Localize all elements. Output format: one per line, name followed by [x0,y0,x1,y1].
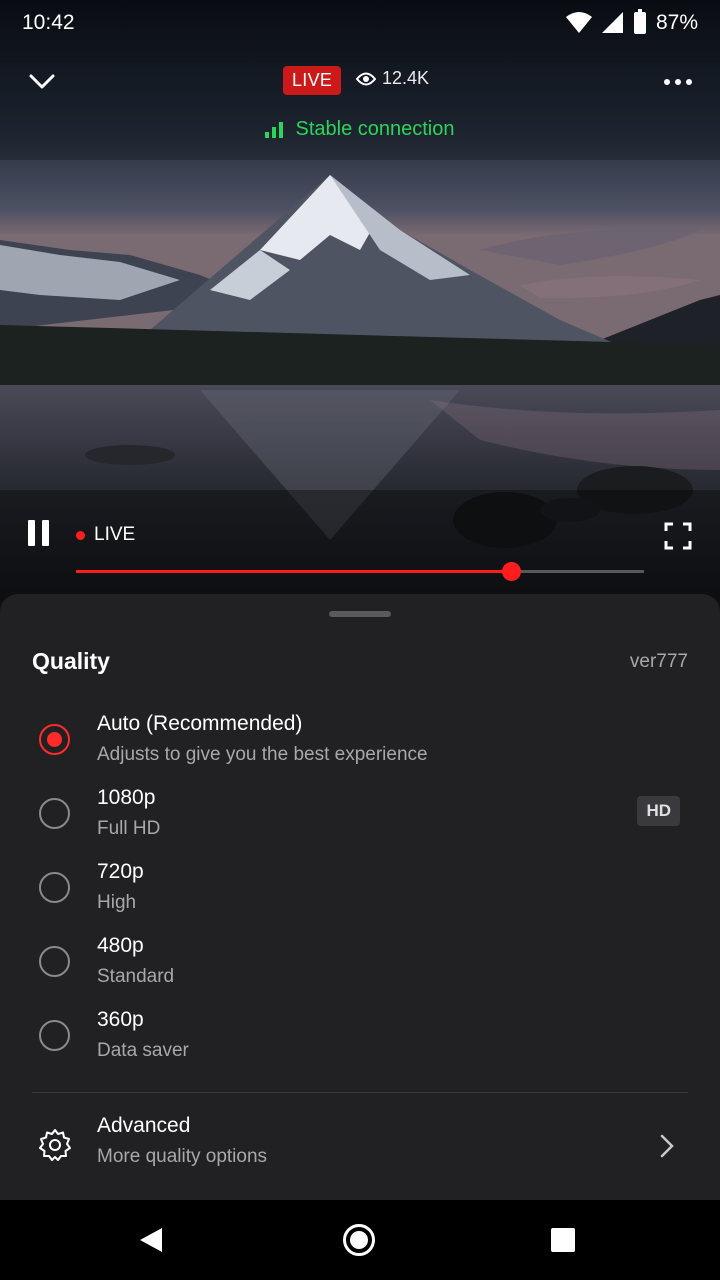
progress-bar[interactable] [76,562,644,581]
live-indicator-label: LIVE [94,524,136,545]
option-label: Auto (Recommended) [97,712,303,735]
signal-bars-icon [265,121,284,138]
battery-icon [633,9,646,34]
option-sublabel: Data saver [97,1040,189,1061]
battery-percent: 87% [655,11,698,34]
wifi-icon [565,12,592,33]
advanced-settings-item[interactable]: Advanced More quality options [0,1114,720,1184]
quality-bottom-sheet: Quality ver777 Auto (Recommended) Adjust… [0,594,720,1200]
back-triangle-icon[interactable] [138,1226,164,1254]
sheet-drag-handle[interactable] [329,611,391,617]
home-circle-icon[interactable] [343,1224,375,1256]
option-sublabel: Adjusts to give you the best experience [97,744,428,765]
quality-option-720p[interactable]: 720p High [0,860,720,932]
video-player[interactable]: 10:42 87% LIVE 12.4K Stable connection L… [0,0,720,620]
pause-icon [28,520,35,546]
hd-badge: HD [637,796,680,826]
live-indicator[interactable]: LIVE [76,524,135,546]
quality-option-1080p[interactable]: 1080p Full HD HD [0,786,720,858]
cell-signal-icon [601,12,623,33]
option-label: 360p [97,1008,144,1031]
viewer-count: 12.4K [356,68,429,89]
connection-status-text: Stable connection [295,118,455,140]
recents-square-icon[interactable] [551,1228,575,1252]
fullscreen-icon[interactable] [662,520,694,552]
chevron-right-icon [660,1134,674,1158]
live-dot-icon [76,530,85,540]
option-label: 480p [97,934,144,957]
advanced-label: Advanced [97,1114,191,1137]
divider [32,1092,688,1093]
gear-icon [39,1129,71,1161]
option-sublabel: Full HD [97,818,161,839]
quality-option-auto[interactable]: Auto (Recommended) Adjusts to give you t… [0,712,720,784]
option-sublabel: Standard [97,966,175,987]
option-label: 1080p [97,786,156,809]
radio-unchecked-icon[interactable] [39,1020,70,1051]
advanced-sublabel: More quality options [97,1146,268,1167]
pause-button[interactable] [28,520,56,550]
connection-status: Stable connection [0,118,720,141]
option-label: 720p [97,860,144,883]
more-horizontal-icon [664,79,692,85]
player-top-bar: LIVE 12.4K [0,58,720,104]
quality-option-480p[interactable]: 480p Standard [0,934,720,1006]
eye-icon [356,72,376,85]
pause-icon-bar [42,520,49,546]
collapse-button[interactable] [24,64,60,100]
radio-unchecked-icon[interactable] [39,798,70,829]
status-bar: 10:42 87% [0,0,720,46]
option-sublabel: High [97,892,137,913]
chevron-down-icon [29,74,55,89]
live-badge: LIVE [283,66,342,95]
radio-unchecked-icon[interactable] [39,872,70,903]
progress-thumb[interactable] [502,562,522,581]
radio-unchecked-icon[interactable] [39,946,70,977]
sheet-title: Quality [32,648,110,674]
more-options-button[interactable] [658,64,698,100]
quality-option-360p[interactable]: 360p Data saver [0,1008,720,1080]
status-time: 10:42 [22,11,75,34]
progress-fill [76,570,512,573]
viewer-count-value: 12.4K [382,68,430,88]
system-nav-bar [0,1200,720,1280]
radio-checked-icon[interactable] [39,724,70,755]
version-label: ver777 [629,651,688,672]
